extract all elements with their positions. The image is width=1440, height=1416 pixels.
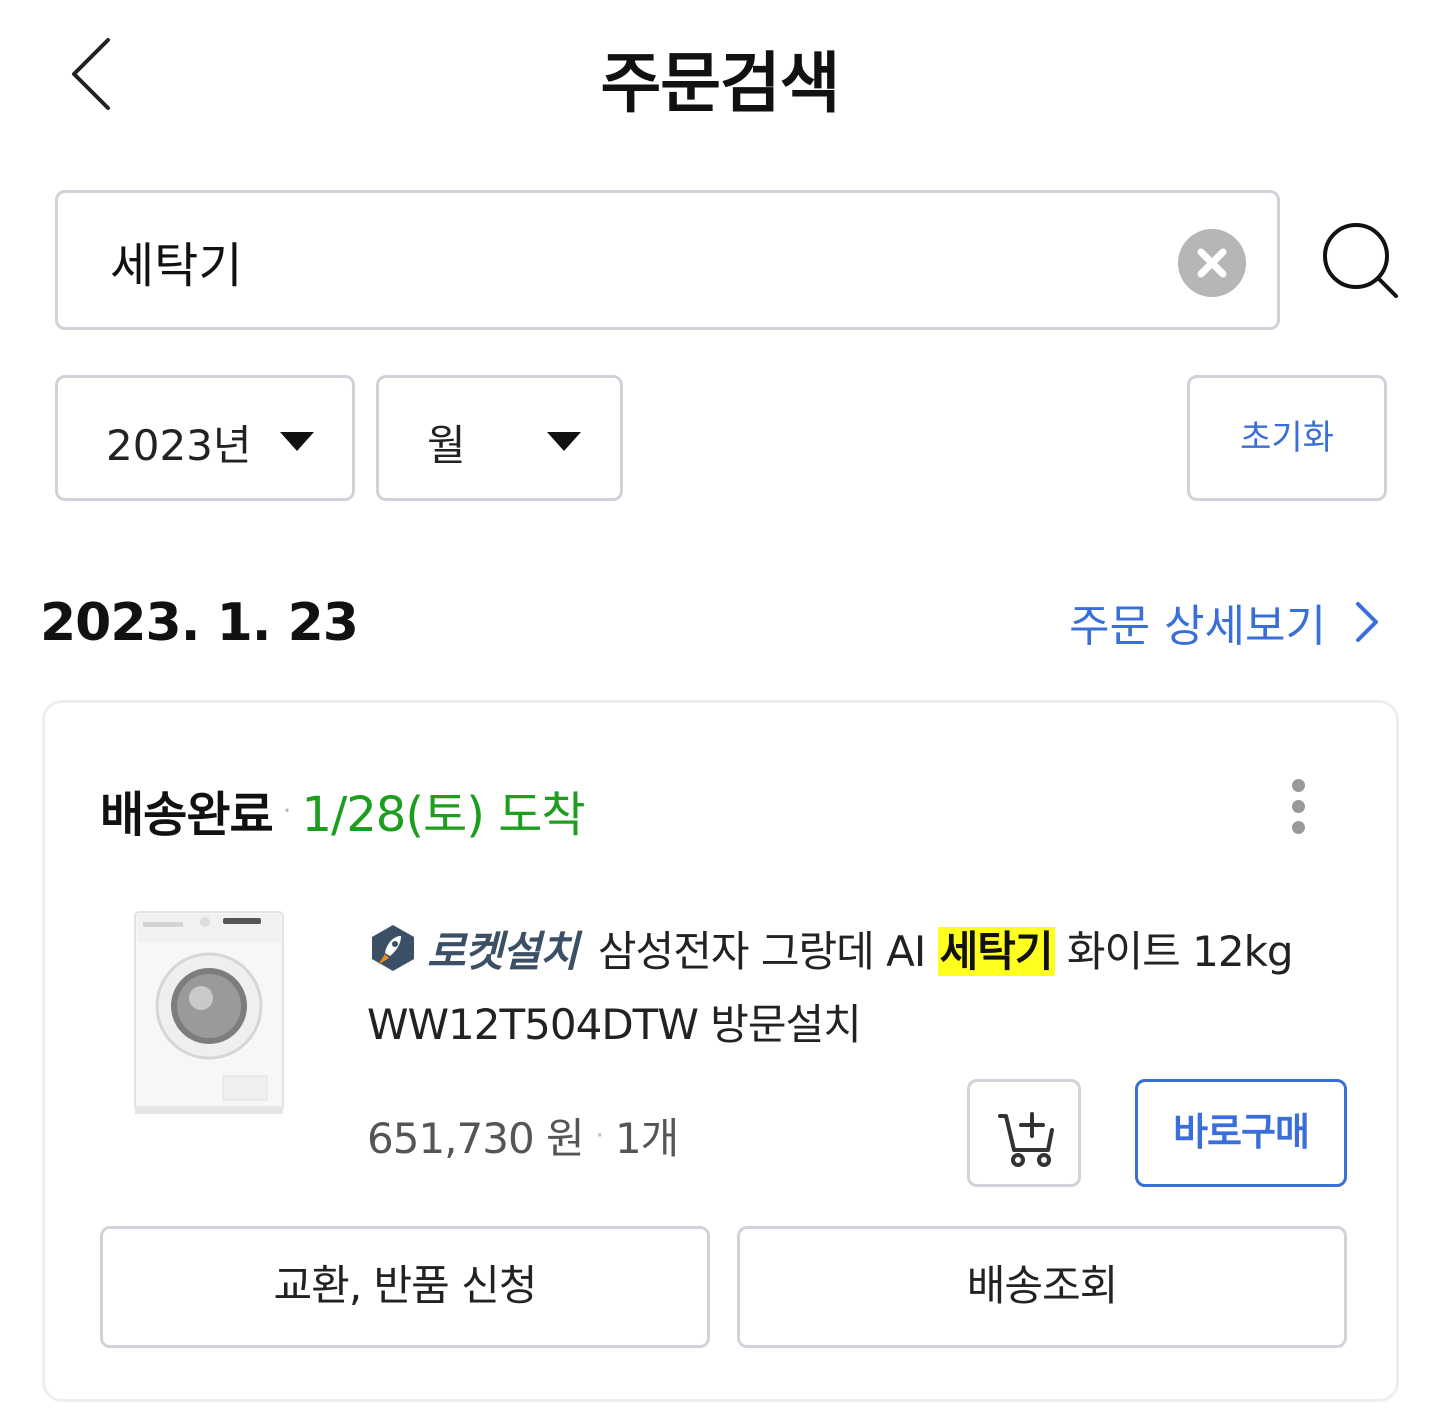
year-select[interactable]: 2023년 <box>55 375 355 501</box>
price-line: 651,730 원 · 1개 <box>367 1105 679 1166</box>
caret-down-icon <box>547 432 581 451</box>
close-icon <box>1197 248 1227 278</box>
year-select-value: 2023년 <box>106 421 252 470</box>
reset-button[interactable]: 초기화 <box>1187 375 1387 501</box>
buy-now-button[interactable]: 바로구매 <box>1135 1079 1347 1187</box>
product-name-part: 삼성전자 그랑데 AI <box>597 927 926 976</box>
order-detail-link[interactable]: 주문 상세보기 <box>1069 592 1380 652</box>
page-title: 주문검색 <box>600 45 841 122</box>
more-vertical-icon <box>1292 779 1305 792</box>
product-title[interactable]: 로켓설치 삼성전자 그랑데 AI 세탁기 화이트 12kg WW12T504DT… <box>367 915 1327 1061</box>
product-price: 651,730 원 <box>367 1114 585 1163</box>
month-select-value: 월 <box>427 421 466 470</box>
delivery-tracking-button[interactable]: 배송조회 <box>737 1226 1347 1348</box>
delivery-status: 배송완료 · 1/28(토) 도착 <box>100 775 586 845</box>
product-quantity: 1개 <box>614 1114 679 1163</box>
status-label: 배송완료 <box>100 787 274 843</box>
clear-search-button[interactable] <box>1178 229 1246 297</box>
add-to-cart-button[interactable] <box>967 1079 1081 1187</box>
add-to-cart-icon <box>998 1112 1054 1167</box>
header: 주문검색 <box>0 0 1440 150</box>
order-date: 2023. 1. 23 <box>40 593 359 653</box>
order-detail-label: 주문 상세보기 <box>1069 601 1326 652</box>
separator-dot: · <box>595 1120 604 1151</box>
arrival-date: 1/28(토) 도착 <box>301 787 586 843</box>
washing-machine-image <box>134 911 284 1114</box>
caret-down-icon <box>280 432 314 451</box>
separator-dot: · <box>282 793 292 827</box>
order-card: 배송완료 · 1/28(토) 도착 로켓설치 삼성전자 그랑데 AI 세탁기 화… <box>42 700 1399 1402</box>
exchange-return-button[interactable]: 교환, 반품 신청 <box>100 1226 710 1348</box>
rocket-install-icon <box>372 925 414 971</box>
month-select[interactable]: 월 <box>376 375 623 501</box>
product-image[interactable] <box>131 908 289 1118</box>
search-button[interactable] <box>1318 220 1402 304</box>
chevron-right-icon <box>1356 602 1378 642</box>
search-icon <box>1323 223 1398 298</box>
search-highlight: 세탁기 <box>937 927 1055 976</box>
search-box <box>55 190 1280 330</box>
rocket-install-label: 로켓설치 <box>427 927 579 976</box>
search-input[interactable] <box>110 221 1150 301</box>
more-options-button[interactable] <box>1277 775 1321 839</box>
